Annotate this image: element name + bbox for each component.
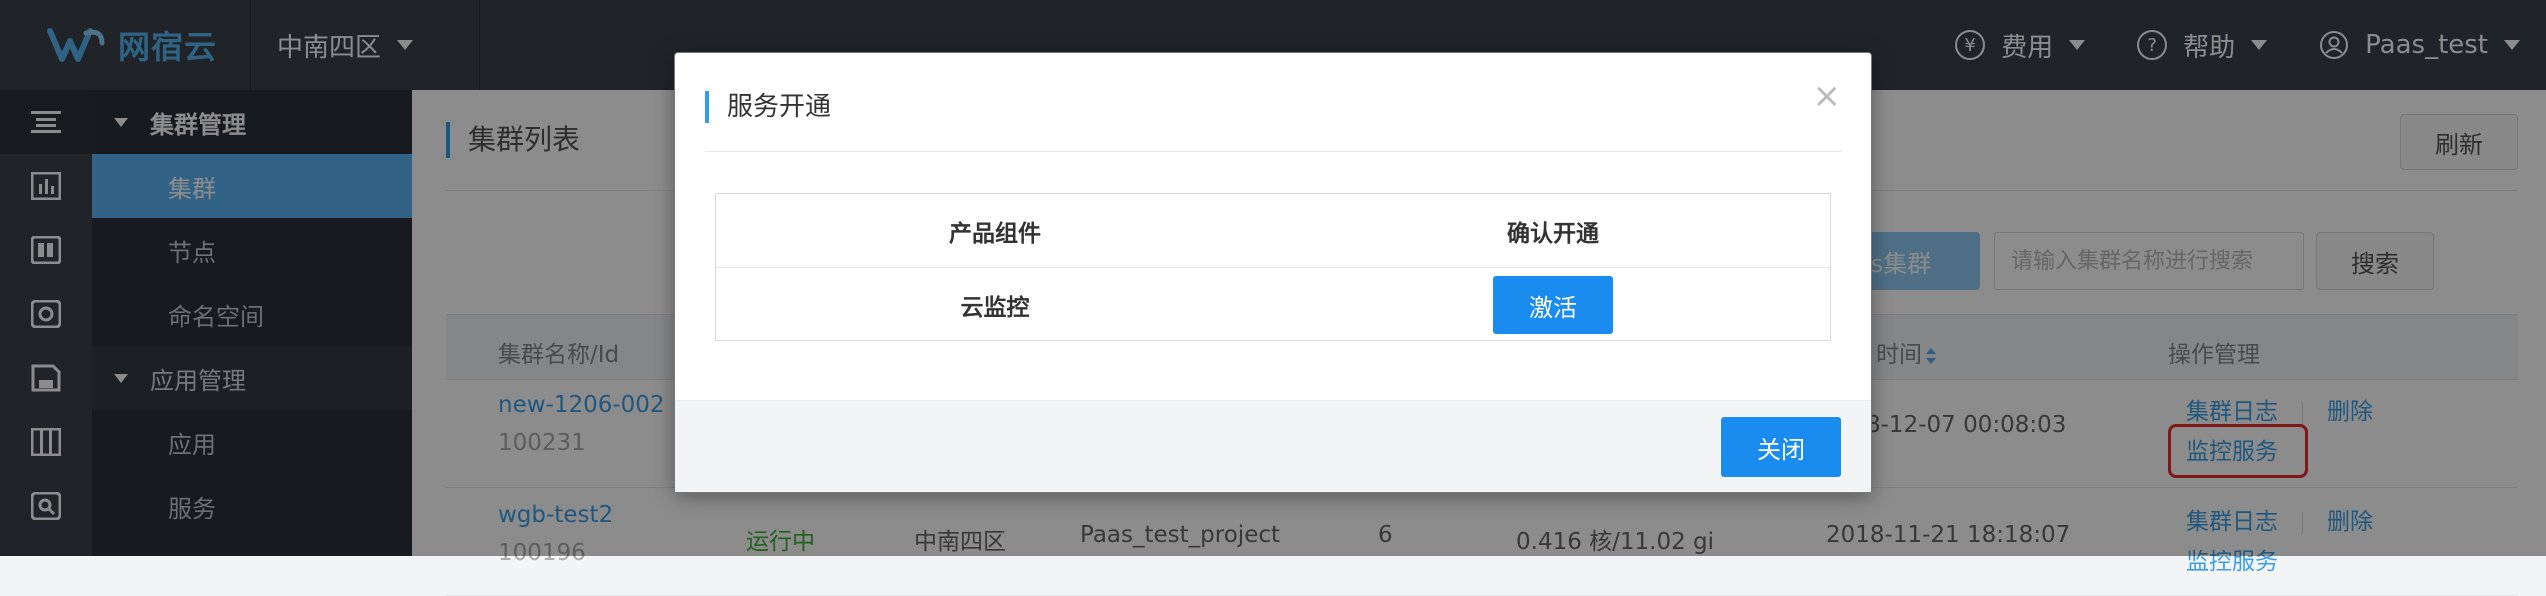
activate-cell: 激活 [1274, 268, 1832, 342]
service-table: 产品组件 确认开通 云监控 激活 [715, 193, 1831, 341]
close-icon[interactable]: × [1813, 79, 1842, 113]
activate-button[interactable]: 激活 [1493, 276, 1613, 334]
service-table-header: 产品组件 确认开通 [716, 194, 1830, 268]
service-activation-modal: 服务开通 × 产品组件 确认开通 云监控 激活 关闭 [674, 52, 1872, 493]
col-confirm-header: 确认开通 [1507, 221, 1599, 247]
col-component-header: 产品组件 [949, 221, 1041, 247]
modal-title: 服务开通 [705, 91, 831, 123]
service-row: 云监控 激活 [716, 268, 1830, 342]
component-name: 云监控 [960, 295, 1030, 321]
close-button[interactable]: 关闭 [1721, 417, 1841, 477]
divider [705, 151, 1841, 152]
modal-footer: 关闭 [675, 400, 1871, 492]
